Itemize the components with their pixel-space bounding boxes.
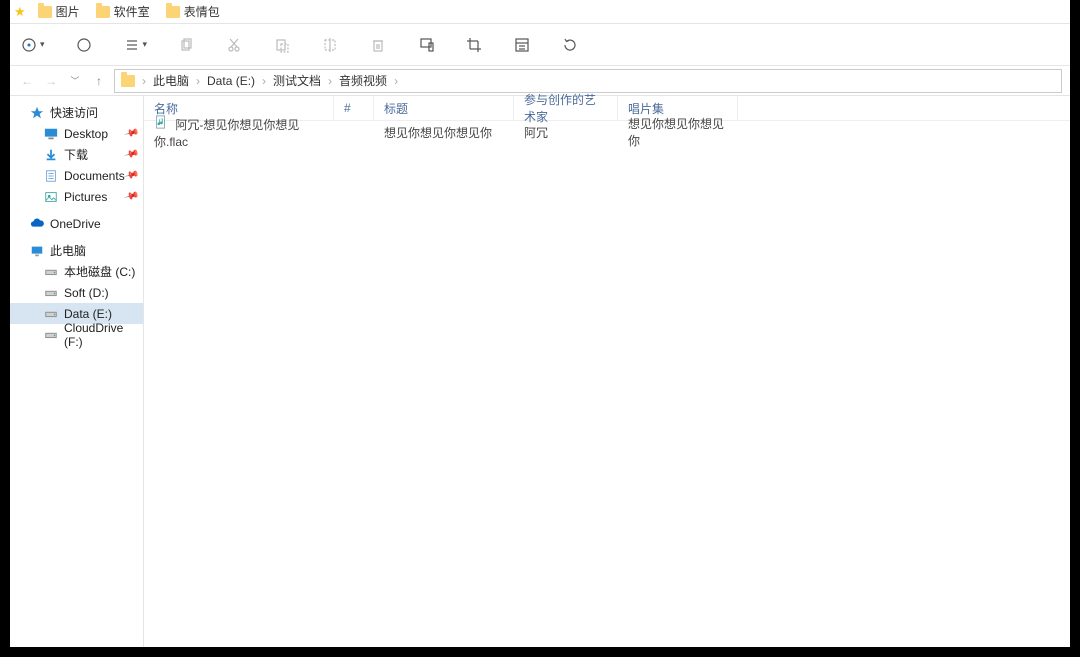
chevron-right-icon: › [196,74,200,88]
cell-artist: 阿冗 [514,124,618,141]
sidebar-label: 此电脑 [50,242,86,259]
sidebar-item-downloads[interactable]: 下载 📌 [10,144,143,165]
navigation-tree: 快速访问 Desktop 📌 下载 📌 Documents 📌 [10,96,144,647]
breadcrumb-segment[interactable]: 此电脑 [153,72,189,89]
drive-icon [44,265,58,279]
rename-button[interactable] [321,36,339,54]
pin-button[interactable] [417,36,435,54]
chevron-right-icon: › [262,74,266,88]
delete-button[interactable] [369,36,387,54]
file-list: 名称 # 标题 参与创作的艺术家 唱片集 阿冗-想见你想见你想见你.flac 想… [144,96,1070,647]
star-icon [30,106,44,120]
chevron-right-icon: › [142,74,146,88]
cell-album: 想见你想见你想见你 [618,115,738,149]
document-icon [44,169,58,183]
list-view-button[interactable] [123,36,141,54]
pin-icon: 📌 [123,147,139,163]
sidebar-item-onedrive[interactable]: OneDrive [10,213,143,234]
copy-button[interactable] [177,36,195,54]
breadcrumb-segment[interactable]: 音频视频 [339,72,387,89]
column-header-title[interactable]: 标题 [374,96,514,120]
pin-icon: 📌 [123,126,139,142]
favorite-label: 表情包 [184,3,220,20]
chevron-down-icon[interactable]: ▾ [143,39,148,50]
breadcrumb-segment[interactable]: Data (E:) [207,74,255,88]
pin-icon: 📌 [123,168,139,184]
favorite-item[interactable]: 图片 [34,3,84,20]
cut-button[interactable] [225,36,243,54]
sidebar-item-pictures[interactable]: Pictures 📌 [10,186,143,207]
sidebar-label: Soft (D:) [64,286,109,300]
folder-icon [38,6,52,18]
sidebar-label: 快速访问 [50,104,98,121]
download-icon [44,148,58,162]
sidebar-label: CloudDrive (F:) [64,321,143,349]
breadcrumb-segment[interactable]: 测试文档 [273,72,321,89]
toolbar: ▾ ▾ [10,24,1070,66]
pictures-icon [44,190,58,204]
sidebar-quick-access[interactable]: 快速访问 [10,102,143,123]
favorite-item[interactable]: 表情包 [162,3,224,20]
sidebar-label: 下载 [64,146,88,163]
drive-icon [44,307,58,321]
new-item-button[interactable] [20,36,38,54]
folder-icon [121,75,135,87]
computer-icon [30,244,44,258]
audio-file-icon [154,115,168,129]
favorite-label: 图片 [56,3,80,20]
cell-title: 想见你想见你想见你 [374,124,514,141]
sidebar-drive[interactable]: CloudDrive (F:) [10,324,143,345]
chevron-right-icon: › [328,74,332,88]
crop-button[interactable] [465,36,483,54]
folder-icon [96,6,110,18]
column-header-number[interactable]: # [334,96,374,120]
star-icon: ★ [14,4,26,20]
sidebar-label: Pictures [64,190,107,204]
sidebar-label: Data (E:) [64,307,112,321]
forward-button[interactable]: → [42,72,60,90]
address-bar[interactable]: › 此电脑 › Data (E:) › 测试文档 › 音频视频 › [114,69,1062,93]
chevron-right-icon: › [394,74,398,88]
sidebar-drive[interactable]: Soft (D:) [10,282,143,303]
sidebar-label: OneDrive [50,217,101,231]
sidebar-drive[interactable]: 本地磁盘 (C:) [10,261,143,282]
favorite-label: 软件室 [114,3,150,20]
sidebar-item-desktop[interactable]: Desktop 📌 [10,123,143,144]
cell-name: 阿冗-想见你想见你想见你.flac [144,115,334,150]
cloud-icon [30,217,44,231]
drive-icon [44,328,58,342]
chevron-down-icon[interactable]: ▾ [40,39,45,50]
favorite-item[interactable]: 软件室 [92,3,154,20]
sidebar-label: Documents [64,169,125,183]
pin-icon: 📌 [123,189,139,205]
back-button[interactable]: ← [18,72,36,90]
paste-button[interactable] [273,36,291,54]
recent-locations-button[interactable]: ﹀ [66,72,84,90]
sidebar-label: 本地磁盘 (C:) [64,263,135,280]
sidebar-item-documents[interactable]: Documents 📌 [10,165,143,186]
table-row[interactable]: 阿冗-想见你想见你想见你.flac 想见你想见你想见你 阿冗 想见你想见你想见你 [144,121,1070,143]
drive-icon [44,286,58,300]
desktop-icon [44,127,58,141]
up-button[interactable]: ↑ [90,72,108,90]
pinned-favorites-bar: ★ 图片 软件室 表情包 [10,0,1070,24]
properties-button[interactable] [513,36,531,54]
sidebar-item-thispc[interactable]: 此电脑 [10,240,143,261]
folder-icon [166,6,180,18]
sidebar-label: Desktop [64,127,108,141]
circle-button[interactable] [75,36,93,54]
refresh-button[interactable] [561,36,579,54]
column-header-artist[interactable]: 参与创作的艺术家 [514,96,618,120]
